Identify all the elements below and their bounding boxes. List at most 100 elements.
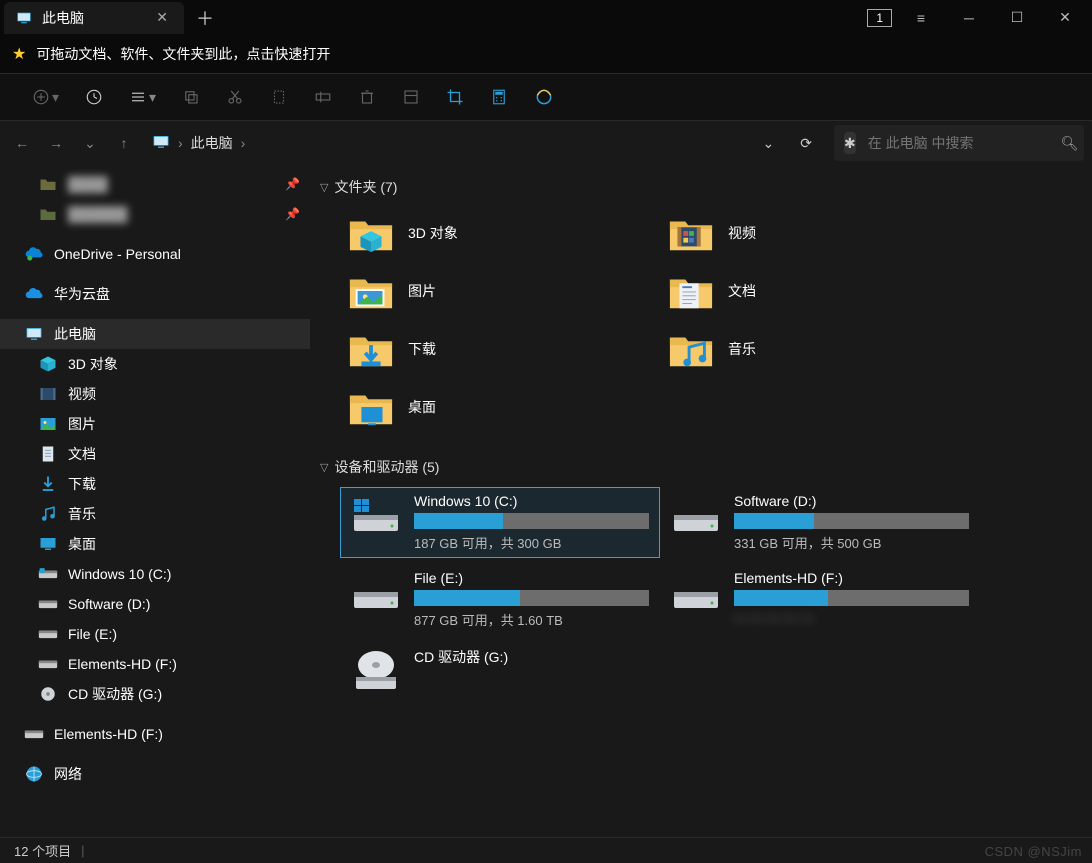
folder-item[interactable]: 音乐: [662, 323, 982, 375]
rename-button[interactable]: [314, 88, 332, 106]
recent-button[interactable]: ⌄: [76, 129, 104, 157]
close-tab-icon[interactable]: ✕: [152, 7, 172, 28]
refresh-button[interactable]: ⟳: [792, 135, 820, 152]
folder-item[interactable]: 视频: [662, 207, 982, 259]
sidebar-item[interactable]: Elements-HD (F:): [0, 649, 310, 679]
drive-subtext: 877 GB 可用，共 1.60 TB: [414, 610, 652, 629]
sidebar-item[interactable]: 图片: [0, 409, 310, 439]
watermark: CSDN @NSJim: [985, 844, 1082, 859]
drive-icon: [668, 493, 724, 541]
sidebar-item[interactable]: Software (D:): [0, 589, 310, 619]
minimize-button[interactable]: ─: [950, 3, 988, 33]
drive-subtext: 331 GB 可用，共 500 GB: [734, 533, 972, 552]
drive-item[interactable]: Windows 10 (C:)187 GB 可用，共 300 GB: [340, 487, 660, 558]
drive-subtext: 187 GB 可用，共 300 GB: [414, 533, 652, 552]
up-button[interactable]: ↑: [110, 129, 138, 157]
sidebar: ████ 📌 ██████ 📌 OneDrive - Personal 华为云盘…: [0, 165, 310, 837]
sidebar-item[interactable]: 桌面: [0, 529, 310, 559]
cut-button[interactable]: [226, 88, 244, 106]
sidebar-item-label: 下载: [68, 474, 96, 494]
folder-item[interactable]: 图片: [342, 265, 662, 317]
addr-dropdown[interactable]: ⌄: [755, 135, 783, 152]
sidebar-item-label: 网络: [54, 764, 82, 784]
drive-icon: [24, 724, 44, 744]
drive-icon: [38, 654, 58, 674]
sidebar-network[interactable]: 网络: [0, 759, 310, 789]
sidebar-item[interactable]: 音乐: [0, 499, 310, 529]
drive-item[interactable]: File (E:)877 GB 可用，共 1.60 TB: [340, 564, 660, 635]
copy-button[interactable]: [182, 88, 200, 106]
maximize-button[interactable]: ☐: [998, 3, 1036, 33]
search-box[interactable]: ✱ 🔍︎: [834, 125, 1084, 161]
sidebar-item[interactable]: 3D 对象: [0, 349, 310, 379]
chevron-right-icon[interactable]: ›: [241, 135, 246, 151]
sidebar-thispc[interactable]: 此电脑: [0, 319, 310, 349]
cd-icon: [38, 684, 58, 704]
folder-icon: [38, 204, 58, 224]
star-icon: ★: [12, 44, 26, 64]
history-button[interactable]: [85, 88, 103, 106]
folder-item[interactable]: 3D 对象: [342, 207, 662, 259]
cloud-icon: [24, 244, 44, 264]
sidebar-item[interactable]: 视频: [0, 379, 310, 409]
folder-icon: [668, 329, 714, 369]
sidebar-item-label: OneDrive - Personal: [54, 246, 181, 262]
breadcrumb[interactable]: 此电脑: [191, 133, 233, 153]
folder-icon: [348, 271, 394, 311]
folder-label: 桌面: [408, 397, 436, 417]
folder-label: 文档: [728, 281, 756, 301]
sidebar-quick-item[interactable]: ██████ 📌: [0, 199, 310, 229]
group-header-drives[interactable]: ▽ 设备和驱动器 (5): [314, 451, 1092, 483]
ie-button[interactable]: [534, 87, 554, 107]
tab-thispc[interactable]: 此电脑 ✕: [4, 2, 184, 34]
favorites-bar: ★ 可拖动文档、软件、文件夹到此，点击快速打开: [0, 35, 1092, 73]
calculator-button[interactable]: [490, 88, 508, 106]
sidebar-item-label: 桌面: [68, 534, 96, 554]
drive-win-icon: [38, 564, 58, 584]
close-window-button[interactable]: ✕: [1046, 3, 1084, 33]
forward-button[interactable]: →: [42, 129, 70, 157]
group-title: 设备和驱动器 (5): [334, 457, 439, 477]
sidebar-item-label: 3D 对象: [68, 354, 118, 374]
sidebar-external[interactable]: Elements-HD (F:): [0, 719, 310, 749]
music-icon: [38, 504, 58, 524]
drive-usage-bar: [734, 590, 969, 606]
crop-button[interactable]: [446, 88, 464, 106]
drive-item[interactable]: CD 驱动器 (G:): [340, 641, 660, 701]
hamburger-icon[interactable]: ≡: [902, 3, 940, 33]
sidebar-huawei[interactable]: 华为云盘: [0, 279, 310, 309]
sidebar-item-label: 华为云盘: [54, 284, 110, 304]
sidebar-onedrive[interactable]: OneDrive - Personal: [0, 239, 310, 269]
folder-icon: [348, 329, 394, 369]
address-bar[interactable]: › 此电脑 › ⌄ ⟳: [144, 125, 828, 161]
search-icon[interactable]: 🔍︎: [1061, 135, 1079, 152]
folder-item[interactable]: 文档: [662, 265, 982, 317]
pin-icon: 📌: [285, 207, 300, 221]
new-button[interactable]: ▾: [32, 88, 59, 106]
properties-button[interactable]: [402, 88, 420, 106]
group-header-folders[interactable]: ▽ 文件夹 (7): [314, 171, 1092, 203]
sidebar-item[interactable]: 文档: [0, 439, 310, 469]
search-input[interactable]: [868, 135, 1049, 151]
folder-item[interactable]: 桌面: [342, 381, 662, 433]
view-button[interactable]: ▾: [129, 88, 156, 106]
network-icon: [24, 764, 44, 784]
sidebar-quick-item[interactable]: ████ 📌: [0, 169, 310, 199]
sidebar-item-label: 图片: [68, 414, 96, 434]
paste-button[interactable]: [270, 88, 288, 106]
sidebar-item[interactable]: File (E:): [0, 619, 310, 649]
drive-item[interactable]: Software (D:)331 GB 可用，共 500 GB: [660, 487, 980, 558]
chevron-right-icon[interactable]: ›: [178, 135, 183, 151]
sidebar-item[interactable]: Windows 10 (C:): [0, 559, 310, 589]
drive-icon: [668, 570, 724, 618]
folder-icon: [668, 213, 714, 253]
drive-item[interactable]: Elements-HD (F:)— — — — —: [660, 564, 980, 635]
gear-icon[interactable]: ✱: [844, 132, 856, 154]
sidebar-item[interactable]: CD 驱动器 (G:): [0, 679, 310, 709]
sidebar-item-label: File (E:): [68, 626, 117, 642]
back-button[interactable]: ←: [8, 129, 36, 157]
add-tab-button[interactable]: ＋: [184, 0, 226, 37]
delete-button[interactable]: [358, 88, 376, 106]
folder-item[interactable]: 下载: [342, 323, 662, 375]
sidebar-item[interactable]: 下载: [0, 469, 310, 499]
